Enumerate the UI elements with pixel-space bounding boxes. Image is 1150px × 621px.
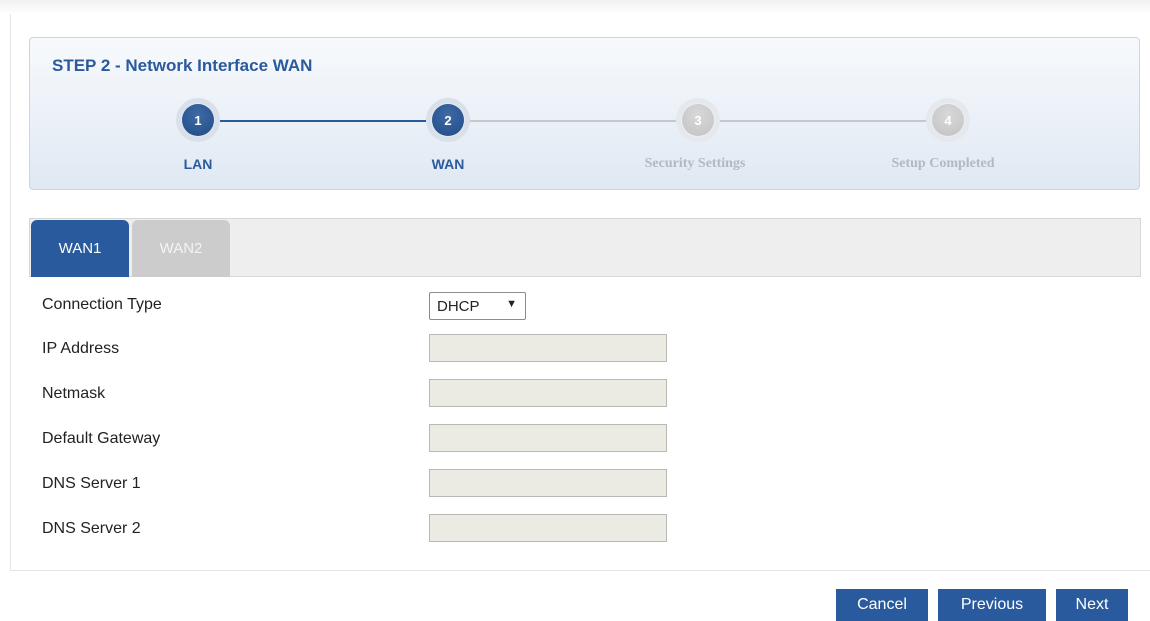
top-shade (0, 0, 1150, 14)
connection-type-value: DHCP (437, 297, 480, 315)
dns-server-1-field[interactable] (429, 469, 667, 497)
connection-type-select[interactable]: DHCP ▼ (429, 292, 526, 320)
ip-address-label: IP Address (42, 340, 120, 357)
step-4-circle: 4 (926, 98, 970, 142)
step-1-number: 1 (194, 112, 202, 128)
dns-server-2-field[interactable] (429, 514, 667, 542)
wizard-title: STEP 2 - Network Interface WAN (52, 56, 313, 75)
netmask-field[interactable] (429, 379, 667, 407)
step-3-label: Security Settings (644, 156, 746, 171)
previous-button[interactable]: Previous (938, 589, 1046, 621)
step-4-number: 4 (944, 112, 952, 128)
next-button[interactable]: Next (1056, 589, 1128, 621)
connection-type-label: Connection Type (42, 296, 162, 313)
dns-server-1-label: DNS Server 1 (42, 475, 141, 492)
cancel-button[interactable]: Cancel (836, 589, 928, 621)
step-connector-1-2 (220, 120, 426, 122)
step-connector-2-3 (469, 120, 676, 122)
step-1-circle: 1 (176, 98, 220, 142)
tab-wan1[interactable]: WAN1 (31, 220, 129, 277)
tab-wan2[interactable]: WAN2 (132, 220, 230, 277)
step-3-number: 3 (694, 112, 702, 128)
ip-address-field[interactable] (429, 334, 667, 362)
step-connector-3-4 (719, 120, 926, 122)
default-gateway-label: Default Gateway (42, 430, 161, 447)
step-4-label: Setup Completed (891, 156, 995, 171)
step-2-label: WAN (431, 156, 465, 172)
netmask-label: Netmask (42, 385, 106, 402)
step-2-number: 2 (444, 112, 452, 128)
dropdown-arrow-icon: ▼ (506, 298, 517, 310)
step-1-label: LAN (183, 156, 213, 172)
step-3-circle: 3 (676, 98, 720, 142)
step-2-circle: 2 (426, 98, 470, 142)
dns-server-2-label: DNS Server 2 (42, 520, 141, 537)
default-gateway-field[interactable] (429, 424, 667, 452)
